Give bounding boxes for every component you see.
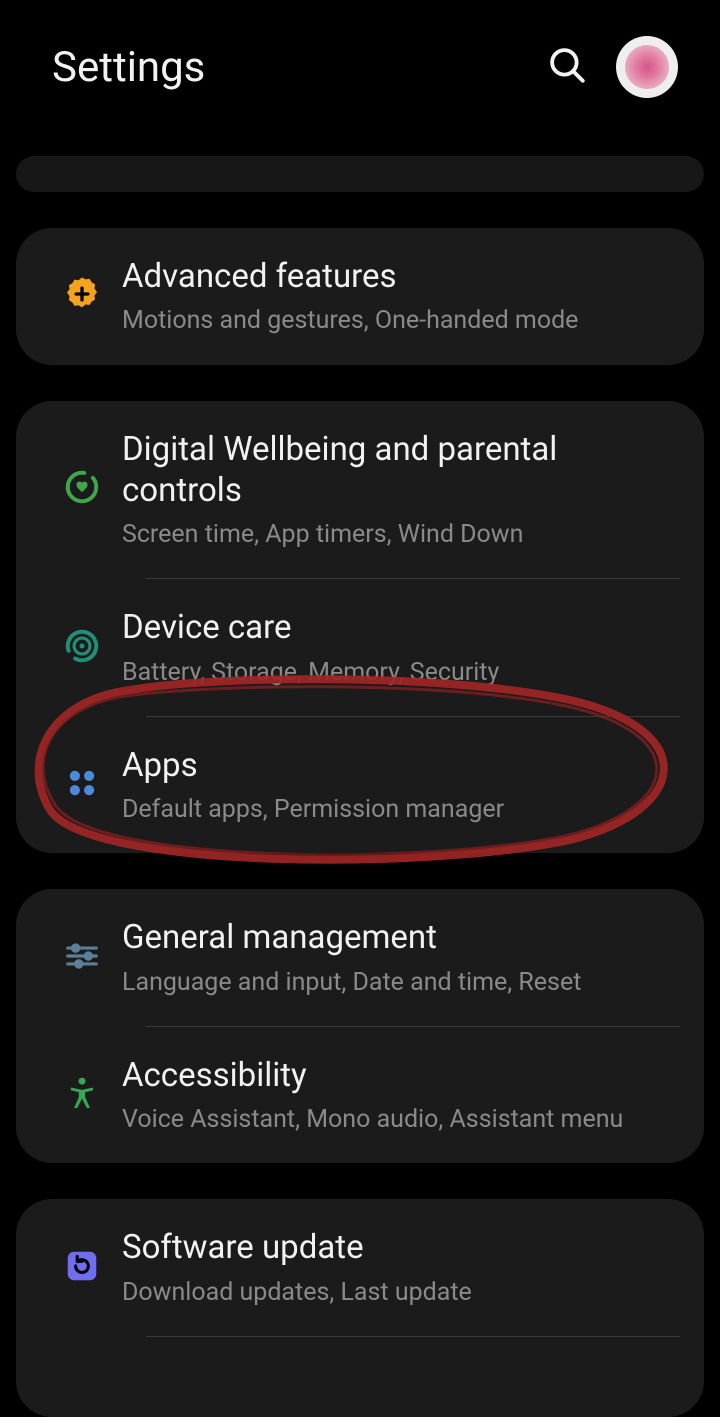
row-title: Digital Wellbeing and parental controls [122,429,678,512]
settings-group: General management Language and input, D… [16,889,704,1163]
accessibility-icon [63,1074,101,1116]
update-icon [63,1247,101,1289]
row-subtitle: Screen time, App timers, Wind Down [122,519,678,550]
row-partial[interactable] [16,1337,704,1417]
row-title: Advanced features [122,256,678,297]
wellbeing-icon [63,468,101,510]
row-advanced-features[interactable]: Advanced features Motions and gestures, … [16,228,704,365]
sliders-icon [63,937,101,979]
apps-icon [63,764,101,806]
row-title: Accessibility [122,1055,678,1096]
row-subtitle: Motions and gestures, One-handed mode [122,305,678,336]
settings-group: Software update Download updates, Last u… [16,1199,704,1417]
gear-plus-icon [62,274,102,318]
spacer [16,156,704,192]
row-title: Apps [122,745,678,786]
row-title: Device care [122,607,678,648]
header: Settings [0,0,720,126]
row-accessibility[interactable]: Accessibility Voice Assistant, Mono audi… [16,1027,704,1164]
device-care-icon [63,627,101,669]
row-subtitle: Battery, Storage, Memory, Security [122,657,678,688]
row-subtitle: Voice Assistant, Mono audio, Assistant m… [122,1104,678,1135]
row-title: Software update [122,1227,678,1268]
row-general-management[interactable]: General management Language and input, D… [16,889,704,1026]
row-apps[interactable]: Apps Default apps, Permission manager [16,717,704,854]
page-title: Settings [52,43,205,92]
row-subtitle: Default apps, Permission manager [122,794,678,825]
row-title: General management [122,917,678,958]
settings-group: Digital Wellbeing and parental controls … [16,401,704,854]
settings-group: Advanced features Motions and gestures, … [16,228,704,365]
row-subtitle: Language and input, Date and time, Reset [122,967,678,998]
row-subtitle: Download updates, Last update [122,1277,678,1308]
row-digital-wellbeing[interactable]: Digital Wellbeing and parental controls … [16,401,704,579]
profile-avatar[interactable] [616,36,678,98]
row-software-update[interactable]: Software update Download updates, Last u… [16,1199,704,1336]
row-device-care[interactable]: Device care Battery, Storage, Memory, Se… [16,579,704,716]
search-icon[interactable] [546,44,588,90]
